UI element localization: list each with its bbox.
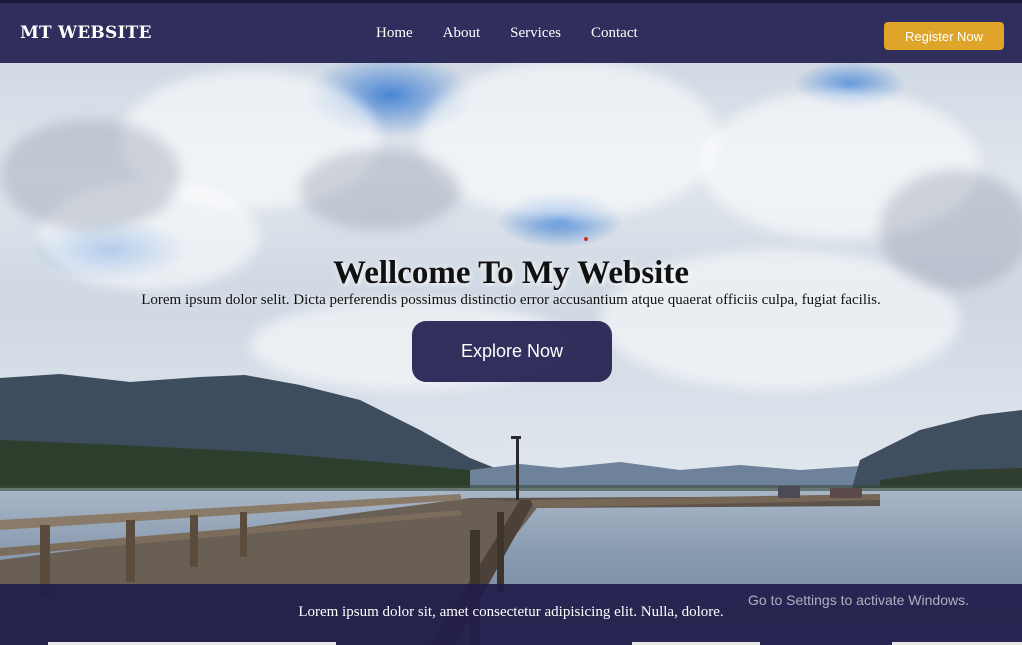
nav-link-about[interactable]: About — [443, 25, 481, 42]
hero-subtitle: Lorem ipsum dolor selit. Dicta perferend… — [141, 292, 881, 308]
nav-link-contact[interactable]: Contact — [591, 25, 638, 42]
explore-button[interactable]: Explore Now — [412, 321, 612, 382]
red-dot — [584, 237, 588, 241]
brand-logo[interactable]: MT WEBSITE — [20, 23, 152, 43]
navbar: MT WEBSITE Home About Services Contact R… — [0, 0, 1022, 63]
nav-links: Home About Services Contact — [376, 25, 668, 42]
hero-title: Wellcome To My Website — [333, 255, 689, 291]
nav-link-services[interactable]: Services — [510, 25, 561, 42]
register-button[interactable]: Register Now — [884, 22, 1004, 50]
nav-link-home[interactable]: Home — [376, 25, 413, 42]
windows-activation-watermark: Go to Settings to activate Windows. — [748, 592, 969, 608]
